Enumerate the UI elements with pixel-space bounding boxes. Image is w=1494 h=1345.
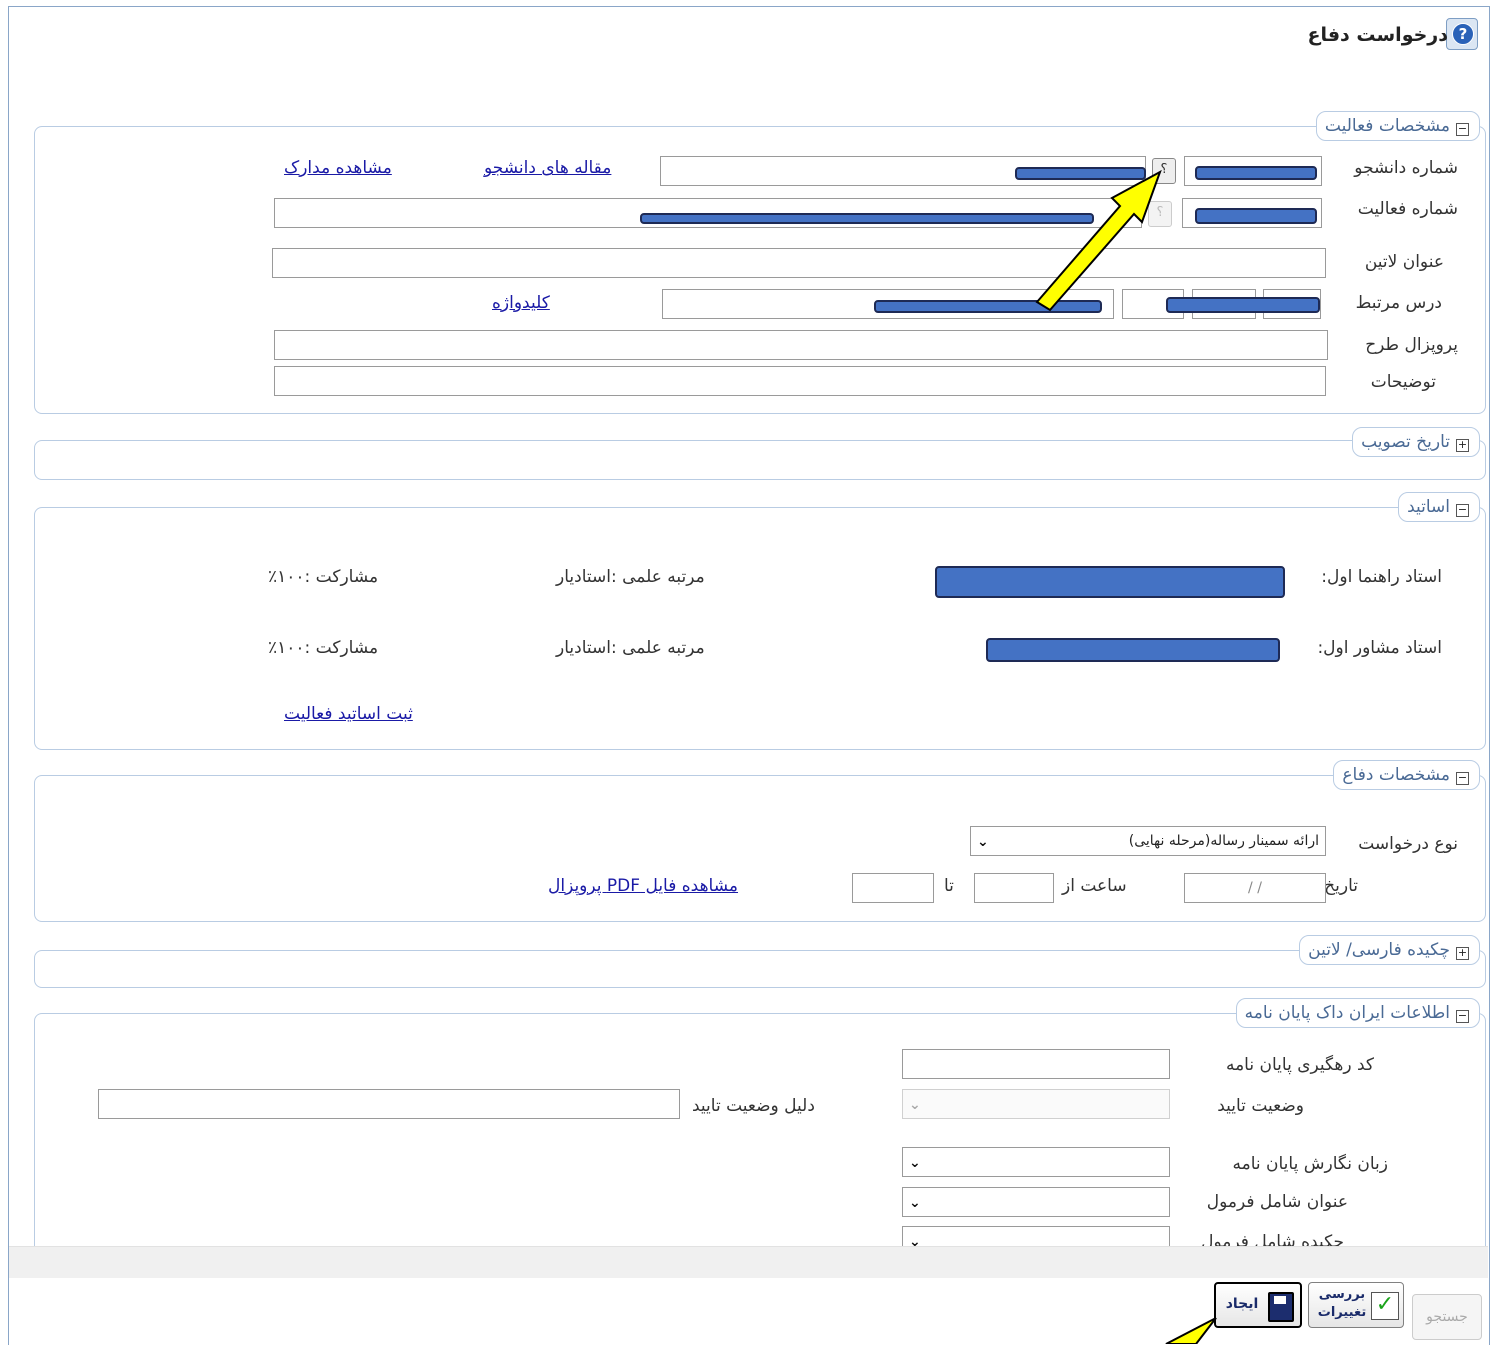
annotation-arrow-upper [1035,169,1162,312]
annotation-arrow [1035,169,1217,1344]
annotation-arrow-lower-head [1165,1317,1217,1344]
